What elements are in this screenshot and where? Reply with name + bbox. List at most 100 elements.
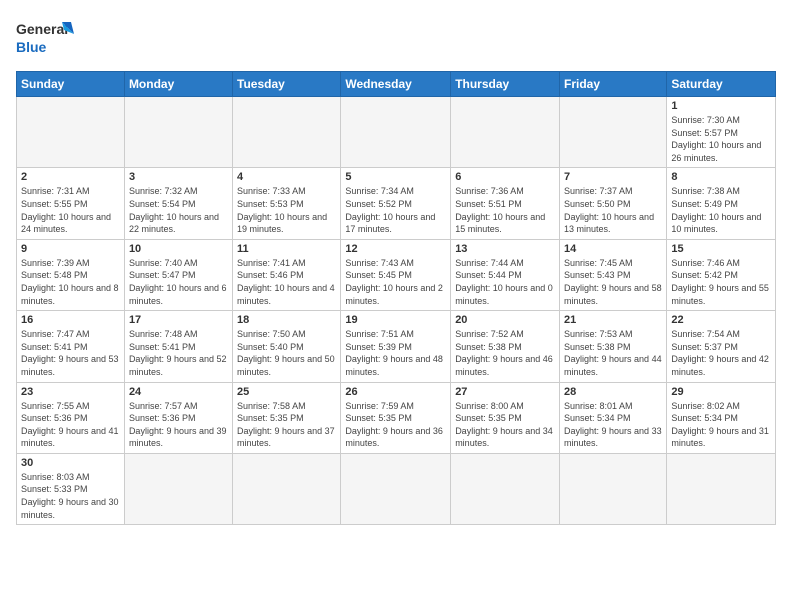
day-info: Sunrise: 7:47 AM Sunset: 5:41 PM Dayligh… [21,328,120,378]
calendar-day-cell: 30Sunrise: 8:03 AM Sunset: 5:33 PM Dayli… [17,453,125,524]
day-info: Sunrise: 7:54 AM Sunset: 5:37 PM Dayligh… [671,328,771,378]
calendar-day-header: Saturday [667,72,776,97]
day-info: Sunrise: 7:31 AM Sunset: 5:55 PM Dayligh… [21,185,120,235]
calendar-day-cell: 15 Sunrise: 7:46 AM Sunset: 5:42 PM Dayli… [667,239,776,310]
day-number: 18 [237,314,336,326]
calendar-day-cell: 11Sunrise: 7:41 AM Sunset: 5:46 PM Dayli… [233,239,341,310]
day-info: Sunrise: 7:53 AM Sunset: 5:38 PM Dayligh… [564,328,662,378]
calendar-day-cell: 17 Sunrise: 7:48 AM Sunset: 5:41 PM Dayli… [124,311,232,382]
calendar-day-cell: 5Sunrise: 7:34 AM Sunset: 5:52 PM Daylig… [341,168,451,239]
day-number: 2 [21,171,120,183]
calendar-day-cell: 3 Sunrise: 7:32 AM Sunset: 5:54 PM Daylig… [124,168,232,239]
calendar-day-cell [341,97,451,168]
calendar-day-cell [17,97,125,168]
calendar-day-header: Wednesday [341,72,451,97]
day-number: 14 [564,243,662,255]
calendar-day-cell: 18 Sunrise: 7:50 AM Sunset: 5:40 PM Dayli… [233,311,341,382]
day-info: Sunrise: 7:50 AM Sunset: 5:40 PM Dayligh… [237,328,336,378]
day-number: 17 [129,314,228,326]
day-info: Sunrise: 8:02 AM Sunset: 5:34 PM Dayligh… [671,400,771,450]
day-number: 26 [345,386,446,398]
calendar-day-cell [451,97,560,168]
day-info: Sunrise: 8:01 AM Sunset: 5:34 PM Dayligh… [564,400,662,450]
calendar-day-cell [124,97,232,168]
day-info: Sunrise: 7:40 AM Sunset: 5:47 PM Dayligh… [129,257,228,307]
day-info: Sunrise: 7:32 AM Sunset: 5:54 PM Dayligh… [129,185,228,235]
day-info: Sunrise: 7:55 AM Sunset: 5:36 PM Dayligh… [21,400,120,450]
day-number: 6 [455,171,555,183]
day-info: Sunrise: 8:03 AM Sunset: 5:33 PM Dayligh… [21,471,120,521]
day-number: 10 [129,243,228,255]
day-info: Sunrise: 7:33 AM Sunset: 5:53 PM Dayligh… [237,185,336,235]
calendar-day-header: Sunday [17,72,125,97]
day-info: Sunrise: 7:30 AM Sunset: 5:57 PM Dayligh… [671,114,771,164]
calendar-week-row: 30Sunrise: 8:03 AM Sunset: 5:33 PM Dayli… [17,453,776,524]
page: General Blue SundayMondayTuesdayWednesda… [0,0,792,612]
day-number: 1 [671,100,771,112]
day-number: 9 [21,243,120,255]
calendar-week-row: 16 Sunrise: 7:47 AM Sunset: 5:41 PM Dayli… [17,311,776,382]
day-info: Sunrise: 7:46 AM Sunset: 5:42 PM Dayligh… [671,257,771,307]
svg-text:General: General [16,21,68,37]
header: General Blue [16,16,776,61]
day-number: 22 [671,314,771,326]
day-number: 24 [129,386,228,398]
day-info: Sunrise: 7:48 AM Sunset: 5:41 PM Dayligh… [129,328,228,378]
calendar-header-row: SundayMondayTuesdayWednesdayThursdayFrid… [17,72,776,97]
day-number: 12 [345,243,446,255]
day-number: 3 [129,171,228,183]
calendar-day-cell: 7Sunrise: 7:37 AM Sunset: 5:50 PM Daylig… [560,168,667,239]
calendar-day-cell: 13 Sunrise: 7:44 AM Sunset: 5:44 PM Dayli… [451,239,560,310]
day-info: Sunrise: 8:00 AM Sunset: 5:35 PM Dayligh… [455,400,555,450]
day-number: 29 [671,386,771,398]
calendar-day-header: Monday [124,72,232,97]
calendar-day-cell [451,453,560,524]
day-info: Sunrise: 7:41 AM Sunset: 5:46 PM Dayligh… [237,257,336,307]
day-info: Sunrise: 7:45 AM Sunset: 5:43 PM Dayligh… [564,257,662,307]
calendar-day-cell: 16 Sunrise: 7:47 AM Sunset: 5:41 PM Dayli… [17,311,125,382]
calendar-day-cell: 20 Sunrise: 7:52 AM Sunset: 5:38 PM Dayli… [451,311,560,382]
calendar-day-cell: 19 Sunrise: 7:51 AM Sunset: 5:39 PM Dayli… [341,311,451,382]
day-info: Sunrise: 7:58 AM Sunset: 5:35 PM Dayligh… [237,400,336,450]
day-info: Sunrise: 7:39 AM Sunset: 5:48 PM Dayligh… [21,257,120,307]
day-info: Sunrise: 7:43 AM Sunset: 5:45 PM Dayligh… [345,257,446,307]
calendar-day-cell [233,453,341,524]
logo: General Blue [16,16,76,61]
calendar-day-cell: 22 Sunrise: 7:54 AM Sunset: 5:37 PM Dayli… [667,311,776,382]
calendar-day-cell [560,453,667,524]
calendar-day-cell [667,453,776,524]
day-info: Sunrise: 7:57 AM Sunset: 5:36 PM Dayligh… [129,400,228,450]
day-info: Sunrise: 7:59 AM Sunset: 5:35 PM Dayligh… [345,400,446,450]
day-info: Sunrise: 7:44 AM Sunset: 5:44 PM Dayligh… [455,257,555,307]
day-number: 15 [671,243,771,255]
calendar-day-header: Thursday [451,72,560,97]
calendar-day-header: Friday [560,72,667,97]
calendar-week-row: 2 Sunrise: 7:31 AM Sunset: 5:55 PM Daylig… [17,168,776,239]
day-number: 19 [345,314,446,326]
day-number: 27 [455,386,555,398]
day-info: Sunrise: 7:38 AM Sunset: 5:49 PM Dayligh… [671,185,771,235]
calendar-day-cell: 2 Sunrise: 7:31 AM Sunset: 5:55 PM Daylig… [17,168,125,239]
day-number: 16 [21,314,120,326]
day-number: 20 [455,314,555,326]
calendar-day-cell: 24 Sunrise: 7:57 AM Sunset: 5:36 PM Dayli… [124,382,232,453]
day-number: 21 [564,314,662,326]
calendar-day-cell: 9 Sunrise: 7:39 AM Sunset: 5:48 PM Daylig… [17,239,125,310]
day-number: 4 [237,171,336,183]
day-number: 28 [564,386,662,398]
day-info: Sunrise: 7:52 AM Sunset: 5:38 PM Dayligh… [455,328,555,378]
calendar-day-cell: 4 Sunrise: 7:33 AM Sunset: 5:53 PM Daylig… [233,168,341,239]
calendar-day-cell: 28 Sunrise: 8:01 AM Sunset: 5:34 PM Dayli… [560,382,667,453]
calendar-week-row: 1 Sunrise: 7:30 AM Sunset: 5:57 PM Daylig… [17,97,776,168]
calendar-day-cell: 6 Sunrise: 7:36 AM Sunset: 5:51 PM Daylig… [451,168,560,239]
calendar-table: SundayMondayTuesdayWednesdayThursdayFrid… [16,71,776,525]
calendar-week-row: 9 Sunrise: 7:39 AM Sunset: 5:48 PM Daylig… [17,239,776,310]
day-number: 8 [671,171,771,183]
day-info: Sunrise: 7:51 AM Sunset: 5:39 PM Dayligh… [345,328,446,378]
calendar-day-header: Tuesday [233,72,341,97]
day-info: Sunrise: 7:36 AM Sunset: 5:51 PM Dayligh… [455,185,555,235]
day-number: 7 [564,171,662,183]
day-number: 13 [455,243,555,255]
calendar-day-cell: 29 Sunrise: 8:02 AM Sunset: 5:34 PM Dayli… [667,382,776,453]
calendar-day-cell: 25Sunrise: 7:58 AM Sunset: 5:35 PM Dayli… [233,382,341,453]
